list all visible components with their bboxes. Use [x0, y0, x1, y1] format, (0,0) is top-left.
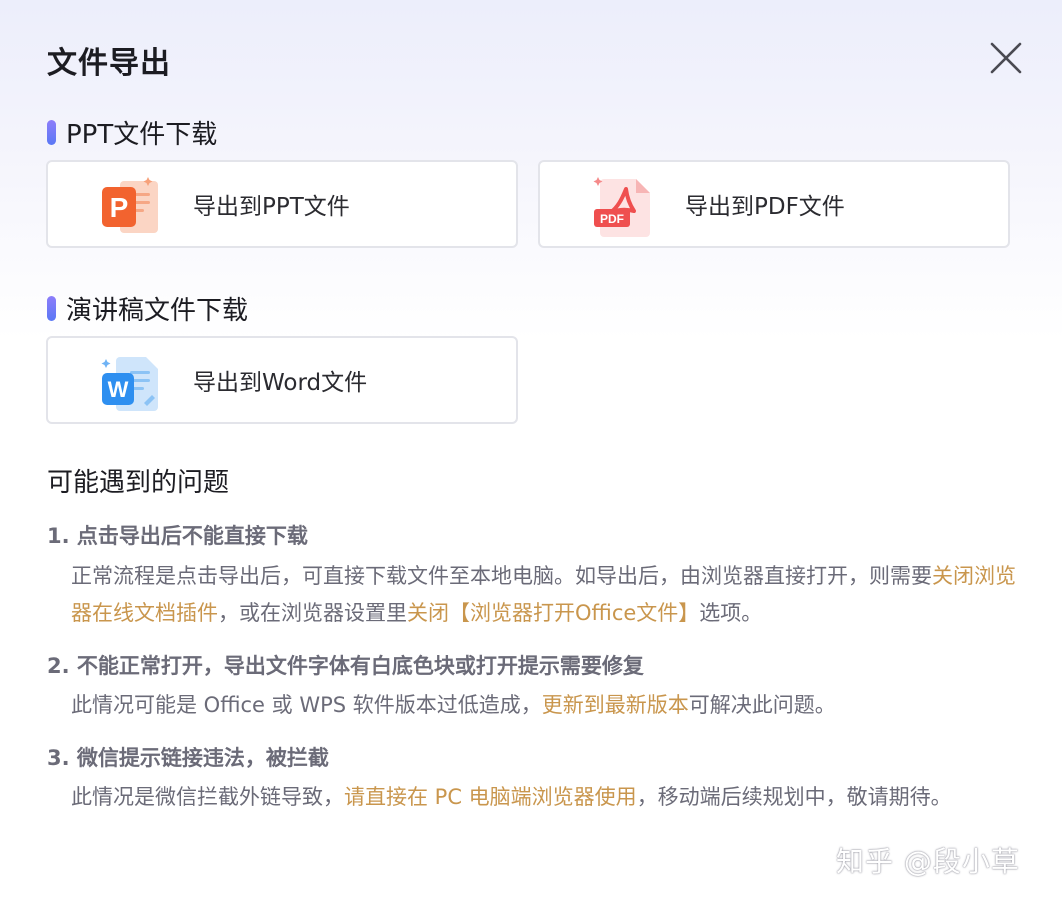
- pdf-badge: PDF: [600, 212, 624, 226]
- word-badge: W: [108, 377, 129, 402]
- faq-title: 可能遇到的问题: [47, 468, 230, 498]
- section-marker: [47, 296, 56, 321]
- highlight-update-version: 更新到最新版本: [541, 693, 689, 717]
- section-marker: [47, 120, 56, 145]
- highlight-use-pc-browser: 请直接在 PC 电脑端浏览器使用: [344, 785, 637, 809]
- pdf-file-icon: PDF: [593, 177, 650, 237]
- close-icon[interactable]: [988, 40, 1024, 76]
- faq-answer-3: 此情况是微信拦截外链导致，请直接在 PC 电脑端浏览器使用，移动端后续规划中，敬…: [71, 785, 952, 809]
- export-pdf-button[interactable]: PDF 导出到PDF文件: [538, 160, 1010, 248]
- highlight-disable-office-open: 关闭【浏览器打开Office文件】: [407, 601, 700, 625]
- faq-question-3: 3. 微信提示链接违法，被拦截: [47, 746, 329, 770]
- export-ppt-label: 导出到PPT文件: [193, 194, 350, 220]
- svg-text:P: P: [110, 192, 129, 223]
- watermark: 知乎 @段小草: [836, 845, 1020, 878]
- ppt-file-icon: P: [102, 177, 158, 233]
- section-ppt-label: PPT文件下载: [66, 120, 218, 150]
- export-word-label: 导出到Word文件: [193, 370, 368, 396]
- export-ppt-button[interactable]: P 导出到PPT文件: [46, 160, 518, 248]
- faq-question-2: 2. 不能正常打开，导出文件字体有白底色块或打开提示需要修复: [47, 654, 644, 678]
- section-ppt-title: PPT文件下载: [47, 114, 217, 151]
- export-pdf-label: 导出到PDF文件: [685, 194, 845, 220]
- section-speech-title: 演讲稿文件下载: [47, 290, 248, 327]
- export-dialog: 文件导出 PPT文件下载 P 导出到PPT文件 PDF 导出到PDF文件 演讲稿…: [0, 0, 1062, 904]
- faq-answer-2: 此情况可能是 Office 或 WPS 软件版本过低造成，更新到最新版本可解决此…: [71, 693, 836, 717]
- faq-answer-1: 正常流程是点击导出后，可直接下载文件至本地电脑。如导出后，由浏览器直接打开，则需…: [71, 564, 1016, 625]
- section-speech-label: 演讲稿文件下载: [66, 296, 249, 326]
- faq-question-1: 1. 点击导出后不能直接下载: [47, 524, 308, 548]
- dialog-title: 文件导出: [47, 46, 171, 81]
- word-file-icon: W: [101, 357, 158, 411]
- export-word-button[interactable]: W 导出到Word文件: [46, 336, 518, 424]
